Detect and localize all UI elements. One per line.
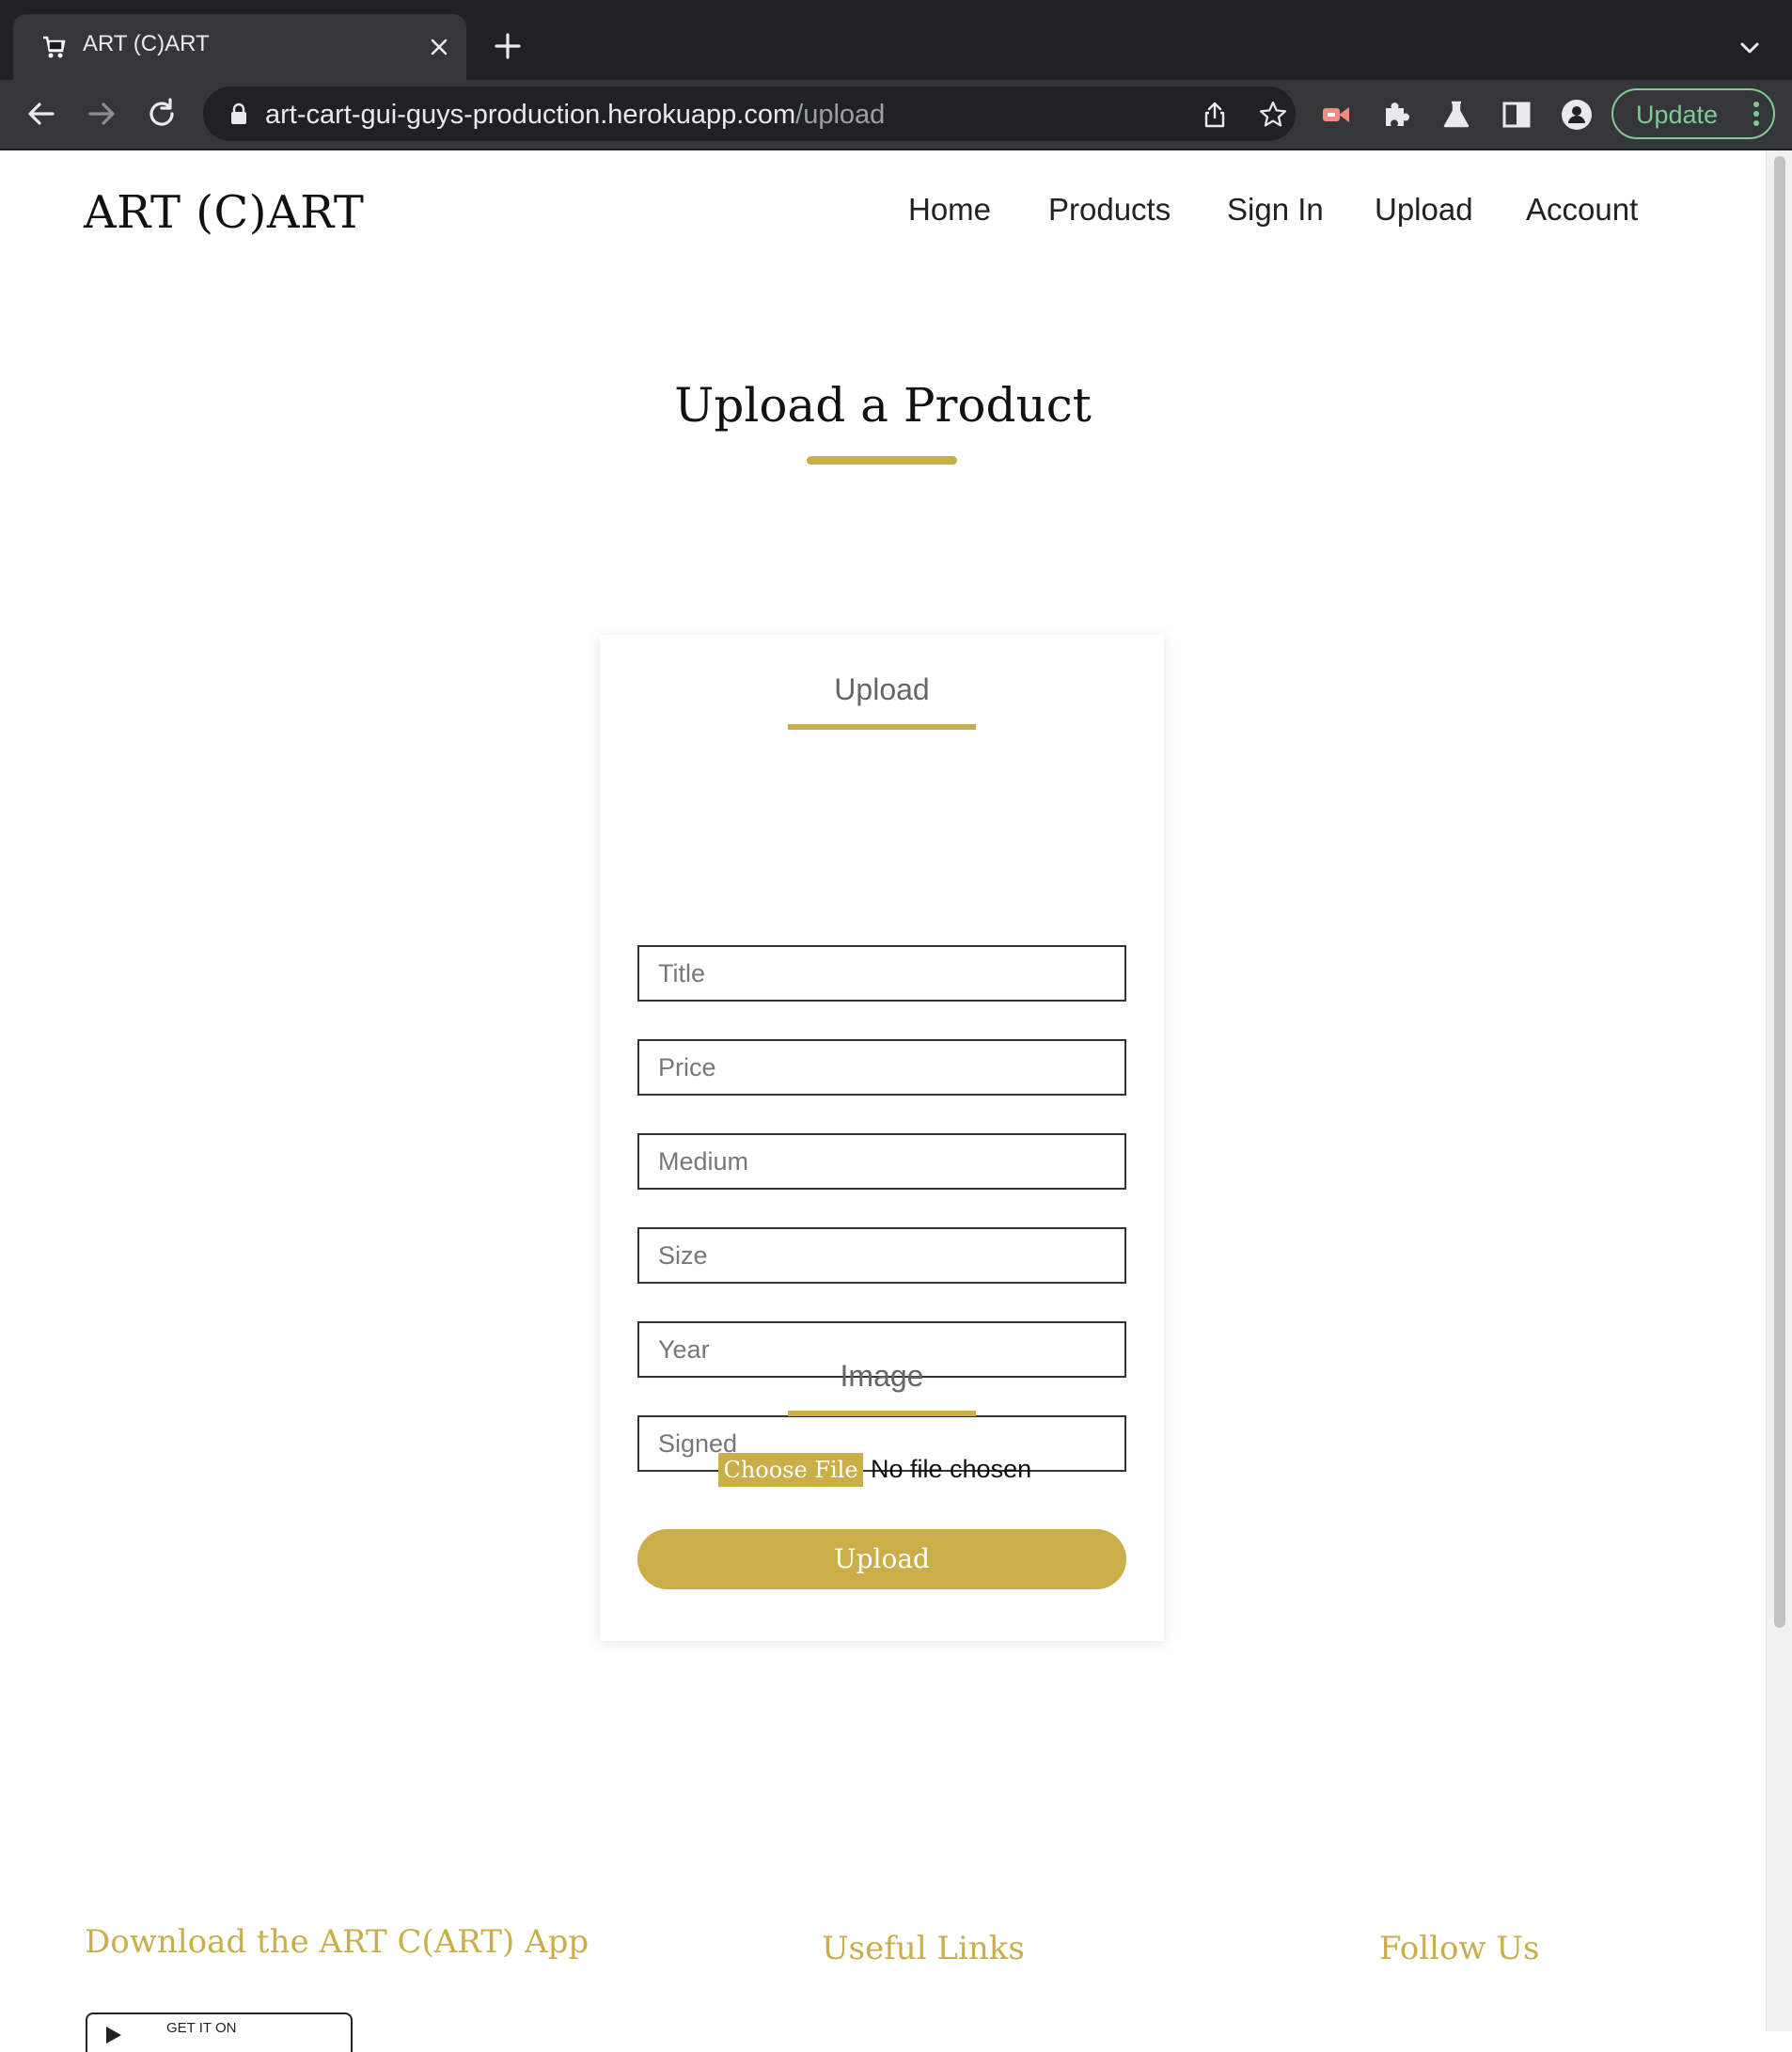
upload-submit-button[interactable]: Upload [637,1529,1126,1589]
labs-flask-icon[interactable] [1440,99,1472,131]
browser-toolbar: art-cart-gui-guys-production.herokuapp.c… [0,80,1792,150]
page-scrollbar[interactable] [1766,150,1792,2031]
image-heading: Image [840,1359,924,1393]
side-panel-icon[interactable] [1501,99,1533,131]
store-badge-text: GET IT ON [166,2020,237,2036]
url-path: /upload [795,100,886,130]
scrollbar-thumb[interactable] [1774,156,1785,1628]
bookmark-star-icon[interactable] [1258,100,1288,130]
extensions-puzzle-icon[interactable] [1380,99,1412,131]
site-logo[interactable]: ART (C)ART [84,186,364,239]
cart-favicon-icon [43,36,66,58]
close-tab-icon[interactable] [427,35,451,59]
url-text[interactable]: art-cart-gui-guys-production.herokuapp.c… [265,100,885,131]
reload-icon[interactable] [143,95,181,133]
upload-form-card: Upload Image Choose File No file chosen … [600,635,1164,1641]
page-title: Upload a Product [674,378,1092,433]
medium-field[interactable] [637,1133,1126,1190]
footer-follow-heading: Follow Us [1379,1930,1540,1967]
nav-products[interactable]: Products [1048,192,1171,228]
nav-upload[interactable]: Upload [1375,192,1473,228]
title-underline [807,456,957,465]
title-field[interactable] [637,945,1126,1002]
back-arrow-icon[interactable] [23,95,60,133]
forward-arrow-icon[interactable] [83,95,120,133]
browser-tab-strip: ART (C)ART [0,0,1792,80]
more-menu-icon[interactable] [1753,101,1760,127]
footer-link-instagram[interactable]: Instagram [1387,2022,1496,2031]
google-play-badge[interactable]: GET IT ON [86,2013,353,2052]
extension-record-icon[interactable] [1320,99,1352,131]
choose-file-button[interactable]: Choose File [718,1453,863,1487]
lock-icon [231,103,246,124]
price-field[interactable] [637,1039,1126,1096]
url-host: art-cart-gui-guys-production.herokuapp.c… [265,100,796,130]
form-heading-underline [788,724,976,730]
page-content: ART (C)ART Home Products Sign In Upload … [0,150,1766,2052]
tab-title: ART (C)ART [83,31,210,56]
chevron-down-icon[interactable] [1736,34,1764,62]
file-status-text: No file chosen [871,1455,1032,1483]
address-bar[interactable]: art-cart-gui-guys-production.herokuapp.c… [203,87,1296,141]
nav-sign-in[interactable]: Sign In [1227,192,1324,228]
nav-home[interactable]: Home [908,192,991,228]
share-icon[interactable] [1200,100,1230,130]
footer-link-coupons[interactable]: Coupons [846,2022,944,2031]
image-heading-underline [788,1411,976,1416]
form-heading: Upload [834,672,930,706]
play-store-icon [106,2027,121,2044]
profile-avatar-icon[interactable] [1561,99,1593,131]
update-button[interactable]: Update [1611,88,1775,139]
new-tab-plus-icon[interactable] [493,31,523,61]
footer-app-heading: Download the ART C(ART) App [85,1923,589,1961]
footer-links-heading: Useful Links [822,1930,1025,1967]
update-label: Update [1636,101,1719,129]
nav-account[interactable]: Account [1526,192,1638,228]
browser-tab[interactable]: ART (C)ART [13,14,466,80]
size-field[interactable] [637,1227,1126,1284]
